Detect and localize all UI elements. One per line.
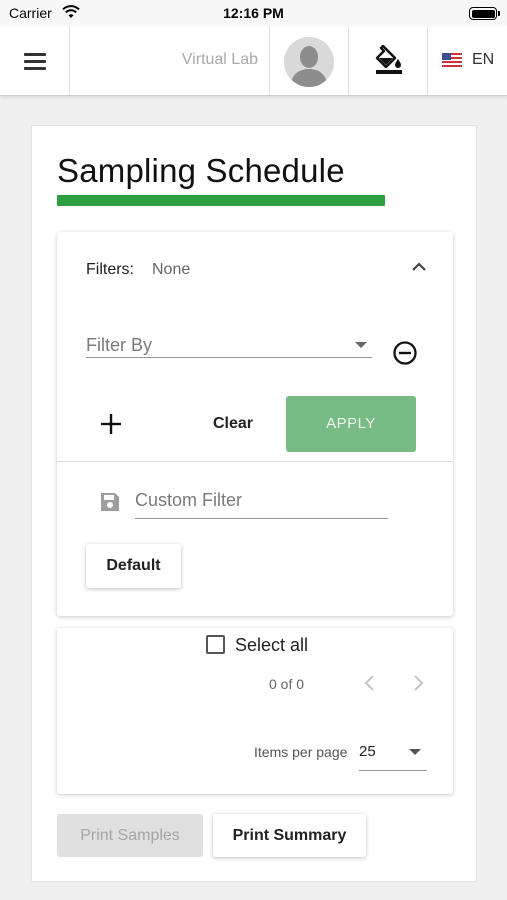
filter-by-select[interactable]: Filter By [86, 313, 372, 358]
menu-icon [24, 53, 46, 70]
status-bar: Carrier 12:16 PM [0, 0, 507, 26]
app-toolbar: Virtual Lab EN [0, 26, 507, 96]
dropdown-caret-icon [409, 749, 421, 755]
paging-range: 0 of 0 [269, 676, 305, 692]
page-title: Sampling Schedule [57, 152, 345, 189]
print-summary-button[interactable]: Print Summary [213, 814, 366, 857]
items-per-page-value: 25 [359, 743, 376, 760]
chevron-up-icon[interactable] [410, 258, 428, 276]
chevron-right-icon[interactable] [408, 672, 428, 694]
menu-button[interactable] [0, 26, 70, 95]
filter-panel: Filters: None Filter By Clear APPLY Cust… [57, 232, 453, 616]
clear-button[interactable]: Clear [203, 408, 263, 440]
add-filter-button[interactable] [95, 408, 127, 440]
avatar-button[interactable] [270, 26, 349, 95]
clock-time: 12:16 PM [223, 5, 284, 21]
app-title: Virtual Lab [181, 51, 258, 68]
language-button[interactable]: EN [428, 26, 507, 95]
results-panel: Select all 0 of 0 Items per page 25 [57, 628, 453, 794]
sampling-schedule-card: Sampling Schedule Filters: None Filter B… [31, 125, 477, 882]
title-underline-bar [57, 195, 385, 206]
avatar [284, 37, 334, 87]
divider [57, 461, 453, 462]
chevron-left-icon[interactable] [360, 672, 380, 694]
format-color-fill-icon [375, 44, 402, 74]
default-button[interactable]: Default [86, 544, 181, 588]
app-title-cell: Virtual Lab [70, 26, 270, 95]
custom-filter-placeholder: Custom Filter [135, 490, 243, 510]
select-all-label[interactable]: Select all [235, 635, 308, 656]
filters-label: Filters: [86, 261, 134, 278]
print-samples-button[interactable]: Print Samples [57, 814, 203, 857]
items-per-page-select[interactable]: 25 [359, 736, 427, 771]
filters-value: None [152, 261, 191, 278]
theme-button[interactable] [349, 26, 428, 95]
filter-by-placeholder: Filter By [86, 335, 153, 355]
select-all-checkbox[interactable] [206, 635, 225, 654]
custom-filter-input[interactable]: Custom Filter [135, 484, 388, 519]
save-icon[interactable] [98, 490, 122, 514]
dropdown-caret-icon [355, 342, 367, 348]
language-code: EN [472, 51, 495, 68]
remove-circle-icon[interactable] [392, 340, 418, 366]
battery-icon [469, 7, 500, 20]
items-per-page-label: Items per page [254, 744, 348, 760]
user-silhouette-icon [284, 37, 334, 87]
us-flag-icon [442, 53, 462, 67]
apply-button[interactable]: APPLY [286, 396, 416, 452]
